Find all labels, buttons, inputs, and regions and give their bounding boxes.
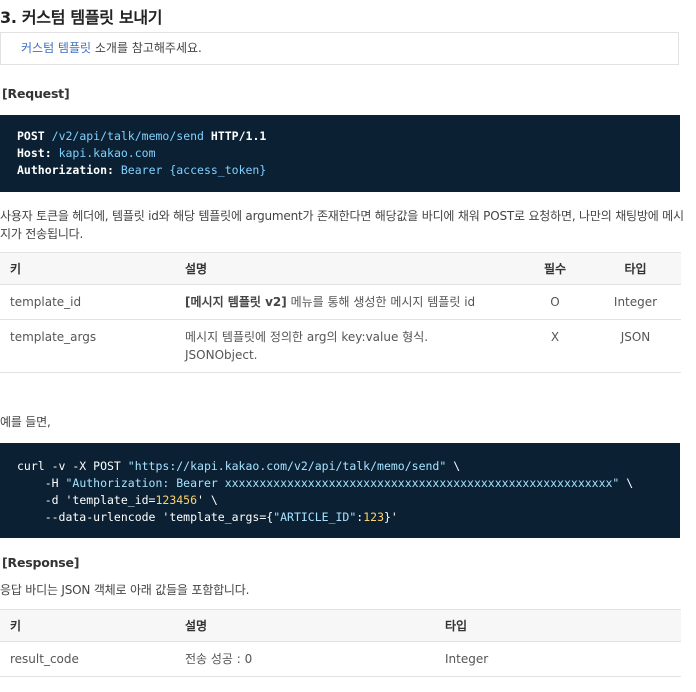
host-key: Host: xyxy=(17,146,52,160)
example-label: 예를 들면, xyxy=(0,415,51,429)
field-key: result_code xyxy=(0,641,175,677)
response-label: [Response] xyxy=(2,555,80,570)
http-protocol: HTTP/1.1 xyxy=(210,129,267,143)
auth-key: Authorization: xyxy=(17,163,114,177)
col-header-desc: 설명 xyxy=(175,609,435,642)
param-type: JSON xyxy=(590,319,681,373)
col-header-key: 키 xyxy=(0,609,175,642)
host-value: kapi.kakao.com xyxy=(58,146,156,160)
param-desc: 메시지 템플릿에 정의한 arg의 key:value 형식. JSONObjec… xyxy=(175,319,520,373)
param-required: O xyxy=(520,284,590,320)
auth-value: Bearer {access_token} xyxy=(120,163,267,177)
col-header-type: 타입 xyxy=(590,252,681,285)
request-description: 사용자 토큰을 헤더에, 템플릿 id와 해당 템플릿에 argument가 존… xyxy=(0,207,690,243)
param-key: template_args xyxy=(0,319,175,373)
response-description: 응답 바디는 JSON 객체로 아래 값들을 포함합니다. xyxy=(0,583,250,597)
field-type: Integer xyxy=(435,641,681,677)
col-header-desc: 설명 xyxy=(175,252,520,285)
col-header-required: 필수 xyxy=(520,252,590,285)
param-type: Integer xyxy=(590,284,681,320)
col-header-type: 타입 xyxy=(435,609,681,642)
col-header-key: 키 xyxy=(0,252,175,285)
param-required: X xyxy=(520,319,590,373)
http-method: POST xyxy=(17,129,45,143)
notice-box: 커스텀 템플릿 소개를 참고해주세요. xyxy=(0,32,679,65)
curl-code-block: curl -v -X POST "https://kapi.kakao.com/… xyxy=(0,443,680,538)
param-desc: [메시지 템플릿 v2] 메뉴를 통해 생성한 메시지 템플릿 id xyxy=(175,284,520,320)
notice-text: 소개를 참고해주세요. xyxy=(91,41,202,55)
custom-template-link[interactable]: 커스텀 템플릿 xyxy=(21,41,91,55)
param-key: template_id xyxy=(0,284,175,320)
request-description-text: 사용자 토큰을 헤더에, 템플릿 id와 해당 템플릿에 argument가 존… xyxy=(0,209,684,241)
table-row: result_code 전송 성공 : 0 Integer xyxy=(0,641,681,677)
table-row: template_id [메시지 템플릿 v2] 메뉴를 통해 생성한 메시지 … xyxy=(0,284,681,320)
request-label: [Request] xyxy=(2,86,70,101)
section-title: 3. 커스텀 템플릿 보내기 xyxy=(0,8,163,27)
field-desc: 전송 성공 : 0 xyxy=(175,641,435,677)
request-params-table: 키 설명 필수 타입 template_id [메시지 템플릿 v2] 메뉴를 … xyxy=(0,252,681,373)
table-row: template_args 메시지 템플릿에 정의한 arg의 key:valu… xyxy=(0,319,681,373)
request-code-block: POST /v2/api/talk/memo/send HTTP/1.1 Hos… xyxy=(0,115,680,192)
http-path: /v2/api/talk/memo/send xyxy=(51,129,204,143)
response-fields-table: 키 설명 타입 result_code 전송 성공 : 0 Integer xyxy=(0,609,681,677)
